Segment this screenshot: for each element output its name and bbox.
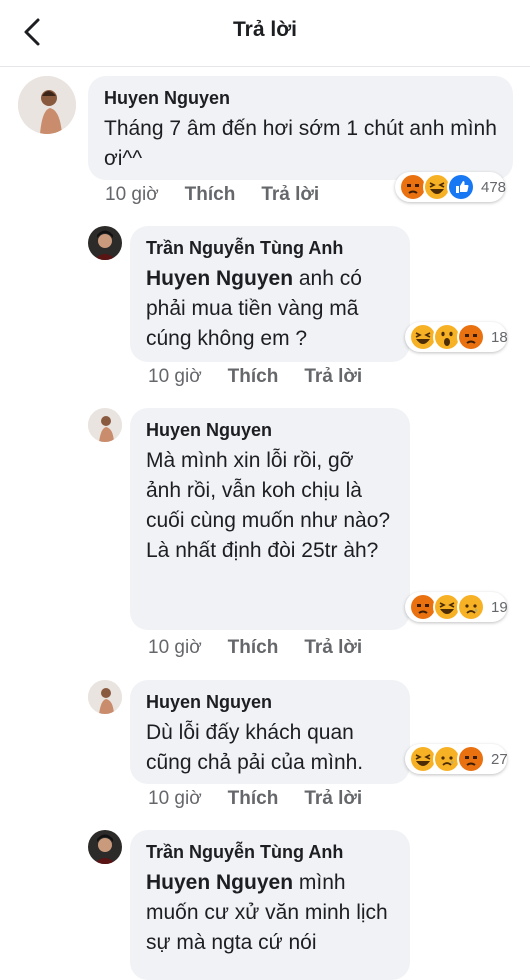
reaction-count: 18	[491, 328, 508, 346]
avatar[interactable]	[18, 76, 76, 134]
reaction-count: 478	[481, 178, 507, 196]
page-title: Trả lời	[233, 18, 297, 41]
reply-button[interactable]: Trả lời	[304, 366, 362, 387]
reaction-summary[interactable]: 19	[405, 592, 508, 622]
reaction-count: 27	[491, 750, 508, 768]
avatar[interactable]	[88, 680, 122, 714]
reaction-count: 19	[491, 598, 508, 616]
reply-button[interactable]: Trả lời	[261, 184, 319, 205]
comment-text: Huyen Nguyen anh có phải mua tiền vàng m…	[146, 267, 362, 350]
comment-actions: 10 giờ Thích Trả lời	[148, 366, 388, 388]
angry-icon	[457, 745, 485, 773]
comment-text: Mà mình xin lỗi rồi, gỡ ảnh rồi, vẫn koh…	[146, 449, 391, 532]
reaction-summary[interactable]: 478	[395, 172, 507, 202]
comment-author[interactable]: Huyen Nguyen	[104, 86, 497, 110]
like-button[interactable]: Thích	[228, 788, 279, 809]
like-button[interactable]: Thích	[228, 366, 279, 387]
top-bar: Trả lời	[0, 0, 530, 67]
avatar[interactable]	[88, 226, 122, 260]
like-icon	[447, 173, 475, 201]
comment-author[interactable]: Trần Nguyễn Tùng Anh	[146, 840, 394, 864]
mention-link[interactable]: Huyen Nguyen	[146, 267, 293, 290]
comment-time: 10 giờ	[148, 637, 202, 658]
avatar[interactable]	[88, 408, 122, 442]
comment-bubble[interactable]: Trần Nguyễn Tùng Anh Huyen Nguyen anh có…	[130, 226, 410, 362]
comment-bubble[interactable]: Trần Nguyễn Tùng Anh Huyen Nguyen mình m…	[130, 830, 410, 980]
sad-icon	[457, 593, 485, 621]
comment-actions: 10 giờ Thích Trả lời	[105, 184, 345, 206]
reply-button[interactable]: Trả lời	[304, 788, 362, 809]
reaction-summary[interactable]: 27	[405, 744, 508, 774]
comment-actions: 10 giờ Thích Trả lời	[148, 637, 388, 659]
mention-link[interactable]: Huyen Nguyen	[146, 871, 293, 894]
comment-text: Huyen Nguyen mình muốn cư xử văn minh lị…	[146, 871, 388, 954]
comment-text: Tháng 7 âm đến hơi sớm 1 chút anh mình ơ…	[104, 117, 497, 170]
comment-author[interactable]: Huyen Nguyen	[146, 418, 394, 442]
reaction-summary[interactable]: 18	[405, 322, 508, 352]
comment-time: 10 giờ	[148, 788, 202, 809]
comment-text: Là nhất định đòi 25tr àh?	[146, 539, 379, 562]
angry-icon	[457, 323, 485, 351]
comment-actions: 10 giờ Thích Trả lời	[148, 788, 388, 810]
avatar[interactable]	[88, 830, 122, 864]
comment-time: 10 giờ	[105, 184, 159, 205]
like-button[interactable]: Thích	[185, 184, 236, 205]
comment-bubble[interactable]: Huyen Nguyen Tháng 7 âm đến hơi sớm 1 ch…	[88, 76, 513, 180]
comment-author[interactable]: Trần Nguyễn Tùng Anh	[146, 236, 394, 260]
like-button[interactable]: Thích	[228, 637, 279, 658]
comment-text: Dù lỗi đấy khách quan cũng chả pải của m…	[146, 721, 364, 774]
comment-bubble[interactable]: Huyen Nguyen Dù lỗi đấy khách quan cũng …	[130, 680, 410, 784]
comment-bubble[interactable]: Huyen Nguyen Mà mình xin lỗi rồi, gỡ ảnh…	[130, 408, 410, 630]
comment-time: 10 giờ	[148, 366, 202, 387]
reply-button[interactable]: Trả lời	[304, 637, 362, 658]
comment-author[interactable]: Huyen Nguyen	[146, 690, 394, 714]
